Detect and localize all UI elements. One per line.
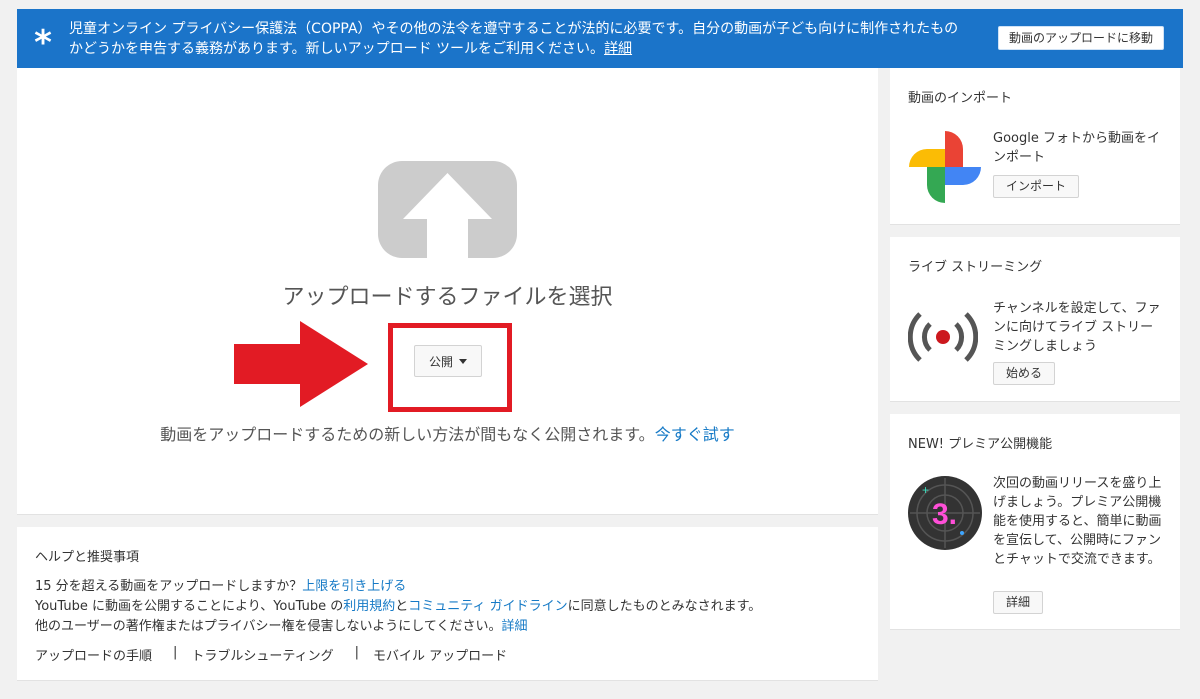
try-now-link[interactable]: 今すぐ試す [655,425,735,444]
import-desc: Google フォトから動画をインポート [993,131,1160,165]
new-upload-notice: 動画をアップロードするための新しい方法が間もなく公開されます。今すぐ試す [17,421,878,445]
start-live-button[interactable]: 始める [993,362,1056,385]
help-line-2-text-c: に同意したものとみなされます。 [567,599,762,614]
upload-instructions-link[interactable]: アップロードの手順 [35,645,152,664]
caret-down-icon [459,358,467,364]
troubleshooting-link[interactable]: トラブルシューティング [191,645,333,664]
help-line-2: YouTube に動画を公開することにより、YouTube の利用規約とコミュニ… [35,597,761,617]
privacy-dropdown-label: 公開 [428,354,453,369]
premiere-countdown-text: 3. [932,498,957,531]
svg-text:+: + [922,483,929,497]
goto-video-upload-button[interactable]: 動画のアップロードに移動 [997,26,1164,50]
link-separator: | [173,645,178,660]
help-line-2-text-a: YouTube に動画を公開することにより、YouTube の [35,599,344,614]
import-card: 動画のインポート Google フォトから動画をインポート インポート [890,68,1180,225]
live-streaming-desc: チャンネルを設定して、ファンに向けてライブ ストリーミングしましょう [993,301,1161,354]
coppa-banner: * 児童オンライン プライバシー保護法（COPPA）やその他の法令を遵守すること… [17,9,1183,68]
live-streaming-card: ライブ ストリーミング チャンネルを設定して、ファンに向けてライブ ストリーミン… [890,237,1180,402]
premiere-countdown-icon: 3. + [908,476,982,550]
live-streaming-title: ライブ ストリーミング [908,260,1043,275]
premiere-title: NEW! プレミア公開機能 [908,437,1053,452]
asterisk-icon: * [34,22,52,63]
link-separator: | [354,645,360,660]
upload-panel: アップロードするファイルを選択 公開 動画をアップロードするための新しい方法が間… [17,68,878,515]
mobile-upload-link[interactable]: モバイル アップロード [373,645,507,664]
red-arrow-annotation [234,321,368,407]
terms-link[interactable]: 利用規約 [343,599,395,614]
help-title: ヘルプと推奨事項 [35,550,140,565]
notice-text: 動画をアップロードするための新しい方法が間もなく公開されます。 [160,425,655,444]
import-button[interactable]: インポート [993,175,1080,198]
help-text: 15 分を超える動画をアップロードしますか？上限を引き上げる YouTube に… [35,577,761,637]
premiere-details-button[interactable]: 詳細 [993,591,1044,614]
increase-limit-link[interactable]: 上限を引き上げる [302,579,406,594]
import-title: 動画のインポート [908,91,1013,106]
banner-message: 児童オンライン プライバシー保護法（COPPA）やその他の法令を遵守することが法… [69,19,969,59]
privacy-dropdown[interactable]: 公開 [414,345,482,377]
help-line-2-text-b: と [395,599,409,614]
google-photos-icon [909,131,981,203]
help-line-3-text: 他のユーザーの著作権またはプライバシー権を侵害しないようにしてください。 [35,619,502,634]
upload-arrow-icon[interactable] [378,161,517,258]
banner-message-text: 児童オンライン プライバシー保護法（COPPA）やその他の法令を遵守することが法… [69,20,959,57]
banner-details-link[interactable]: 詳細 [604,41,632,57]
live-broadcast-icon [908,312,978,362]
help-line-1-text: 15 分を超える動画をアップロードしますか？ [35,579,303,594]
premiere-card: NEW! プレミア公開機能 3. + 次回の動画リリースを盛り上げましょう。プレ… [890,414,1180,630]
community-guidelines-link[interactable]: コミュニティ ガイドライン [408,599,567,614]
premiere-desc: 次回の動画リリースを盛り上げましょう。プレミア公開機能を使用すると、簡単に動画を… [993,476,1162,567]
help-links: アップロードの手順 | トラブルシューティング | モバイル アップロード [35,645,507,664]
help-panel: ヘルプと推奨事項 15 分を超える動画をアップロードしますか？上限を引き上げる … [17,527,878,681]
select-file-title[interactable]: アップロードするファイルを選択 [17,279,878,311]
copyright-details-link[interactable]: 詳細 [501,619,527,634]
help-line-1: 15 分を超える動画をアップロードしますか？上限を引き上げる [35,577,761,597]
help-line-3: 他のユーザーの著作権またはプライバシー権を侵害しないようにしてください。詳細 [35,617,761,637]
